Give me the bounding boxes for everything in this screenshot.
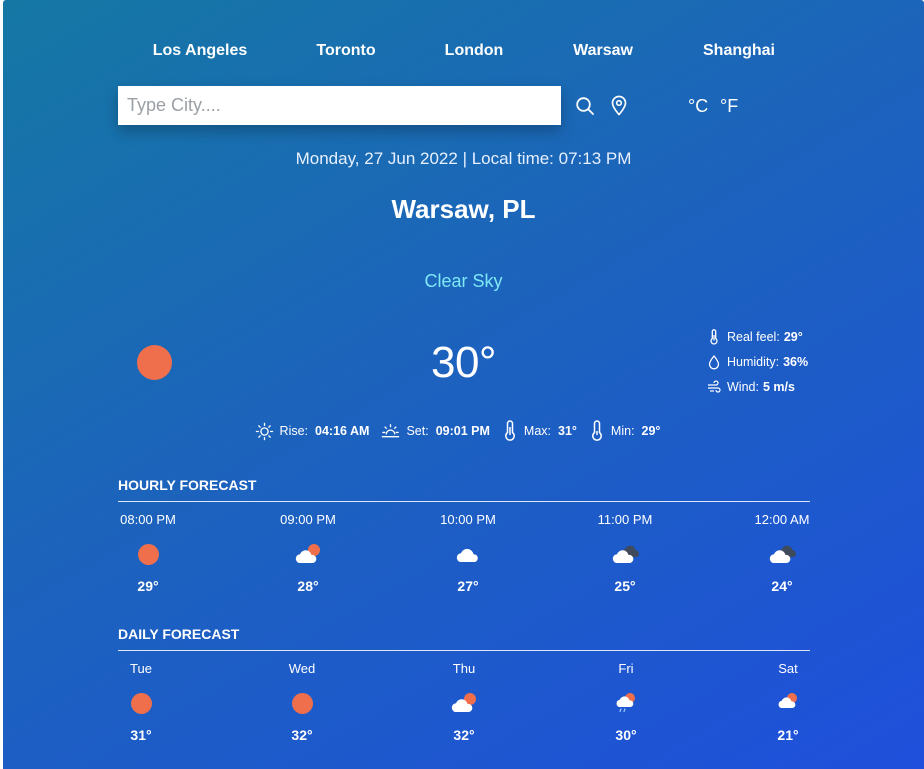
daily-item: Tue 31° xyxy=(101,661,181,743)
daily-item: Sat 21° xyxy=(748,661,828,743)
wind-value: 5 m/s xyxy=(762,380,795,394)
min-temp-value: 29° xyxy=(641,424,661,438)
humidity-label: Humidity: xyxy=(727,355,780,369)
wind-row: Wind: 5 m/s xyxy=(706,379,795,395)
max-temp-label: Max: xyxy=(523,424,551,438)
hourly-item: 12:00 AM 24° xyxy=(742,512,822,594)
sun-details-row: Rise: 04:16 AM Set: 09:01 PM Max: 31° Mi… xyxy=(3,420,924,442)
cloud-sun-icon xyxy=(778,693,797,708)
thermometer-min-icon xyxy=(592,420,602,441)
sunset-label: Set: xyxy=(406,424,429,438)
daily-item: Wed 32° xyxy=(262,661,342,743)
sun-icon xyxy=(130,692,152,714)
forecast-temp: 29° xyxy=(137,578,159,594)
sunrise-icon xyxy=(255,422,273,440)
forecast-temp: 25° xyxy=(614,578,636,594)
cloud-sun-icon xyxy=(451,693,476,712)
wind-icon xyxy=(708,380,721,393)
wind-label: Wind: xyxy=(727,380,759,394)
droplet-icon xyxy=(708,354,720,370)
forecast-temp: 31° xyxy=(130,727,152,743)
city-search-input[interactable] xyxy=(118,86,561,125)
city-button-toronto[interactable]: Toronto xyxy=(316,42,375,60)
forecast-temp: 24° xyxy=(771,578,793,594)
hourly-item: 11:00 PM 25° xyxy=(585,512,665,594)
hourly-forecast-title: HOURLY FORECAST xyxy=(118,477,810,502)
sunrise-value: 04:16 AM xyxy=(315,424,370,438)
real-feel-row: Real feel: 29° xyxy=(706,329,803,345)
forecast-day: Fri xyxy=(618,661,634,676)
thermometer-icon xyxy=(710,329,718,345)
forecast-day: Thu xyxy=(452,661,476,676)
search-icon[interactable] xyxy=(575,96,595,116)
forecast-day: Sat xyxy=(778,661,798,676)
weather-app: Los Angeles Toronto London Warsaw Shangh… xyxy=(3,0,924,769)
rain-sun-icon xyxy=(616,693,635,713)
city-button-warsaw[interactable]: Warsaw xyxy=(573,42,633,60)
forecast-temp: 32° xyxy=(291,727,313,743)
city-button-shanghai[interactable]: Shanghai xyxy=(703,42,775,60)
sunset-value: 09:01 PM xyxy=(435,424,490,438)
cloud-dark-icon xyxy=(769,545,796,563)
humidity-row: Humidity: 36% xyxy=(706,354,808,370)
daily-item: Fri 30° xyxy=(586,661,666,743)
cloud-dark-icon xyxy=(612,545,639,563)
hourly-item: 10:00 PM 27° xyxy=(428,512,508,594)
sun-icon xyxy=(137,543,159,565)
hourly-item: 09:00 PM 28° xyxy=(268,512,348,594)
local-datetime: Monday, 27 Jun 2022 | Local time: 07:13 … xyxy=(295,149,632,168)
forecast-time: 10:00 PM xyxy=(440,512,496,527)
min-temp-label: Min: xyxy=(610,424,635,438)
location-pin-icon[interactable] xyxy=(610,95,628,116)
celsius-button[interactable]: °C xyxy=(688,96,708,117)
location-title: Warsaw, PL xyxy=(391,194,536,224)
cloud-icon xyxy=(456,548,478,562)
real-feel-value: 29° xyxy=(783,330,803,344)
forecast-temp: 27° xyxy=(457,578,479,594)
forecast-temp: 28° xyxy=(297,578,319,594)
city-button-london[interactable]: London xyxy=(445,42,504,60)
forecast-temp: 21° xyxy=(777,727,799,743)
sunrise-label: Rise: xyxy=(279,424,309,438)
city-button-los-angeles[interactable]: Los Angeles xyxy=(153,42,248,60)
real-feel-label: Real feel: xyxy=(727,330,780,344)
forecast-time: 08:00 PM xyxy=(120,512,176,527)
forecast-time: 09:00 PM xyxy=(280,512,336,527)
max-temp-value: 31° xyxy=(558,424,577,438)
daily-forecast-title: DAILY FORECAST xyxy=(118,626,810,651)
weather-condition: Clear Sky xyxy=(424,271,503,291)
cloud-sun-icon xyxy=(295,544,320,563)
fahrenheit-button[interactable]: °F xyxy=(720,96,738,117)
forecast-day: Wed xyxy=(288,661,316,676)
humidity-value: 36% xyxy=(783,355,809,369)
hourly-item: 08:00 PM 29° xyxy=(108,512,188,594)
search-box xyxy=(118,86,561,125)
forecast-temp: 32° xyxy=(453,727,475,743)
forecast-time: 12:00 AM xyxy=(754,512,810,527)
daily-item: Thu 32° xyxy=(424,661,504,743)
sunset-icon xyxy=(382,423,400,437)
thermometer-max-icon xyxy=(505,420,515,441)
sun-icon xyxy=(291,692,313,714)
forecast-time: 11:00 PM xyxy=(597,512,653,527)
forecast-day: Tue xyxy=(130,661,152,676)
forecast-temp: 30° xyxy=(615,727,637,743)
